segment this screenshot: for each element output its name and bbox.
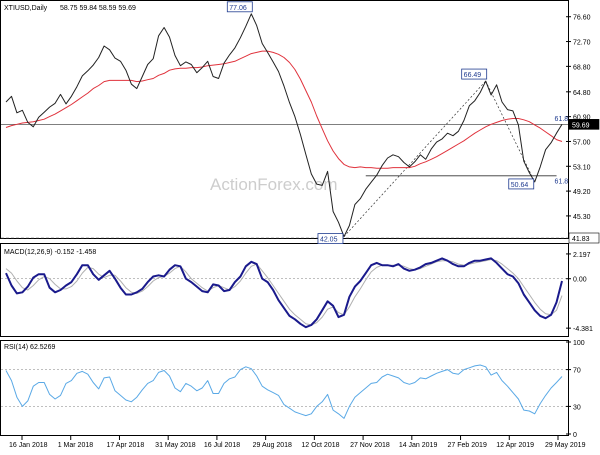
price-y-tick-label: 76.60 bbox=[573, 15, 591, 22]
annotation-label: 61.8 bbox=[555, 178, 569, 185]
macd-panel-frame bbox=[0, 243, 569, 337]
x-tick-label: 17 Apr 2018 bbox=[106, 442, 144, 449]
chart-figure: ActionForex.com 76.60 72.70 68.80 64.80 60.9… bbox=[0, 0, 600, 450]
annotation-label: 66.49 bbox=[464, 72, 482, 79]
x-tick-label: 12 Apr 2019 bbox=[496, 442, 534, 449]
chart-ohlc: 58.75 59.84 58.59 59.69 bbox=[60, 5, 136, 12]
x-tick-label: 27 Feb 2019 bbox=[448, 442, 487, 449]
macd-title: MACD(12,26,9) -0.152 -1.458 bbox=[4, 249, 96, 256]
x-tick-label: 16 Jan 2018 bbox=[9, 442, 48, 449]
rsi-title: RSI(14) 62.5269 bbox=[4, 344, 55, 351]
x-tick-label: 12 Oct 2018 bbox=[301, 442, 339, 449]
price-y-tick-label: 72.70 bbox=[573, 40, 591, 47]
price-y-tick-label: 45.30 bbox=[573, 214, 591, 221]
rsi-panel-frame bbox=[0, 340, 569, 436]
rsi-y-tick-label: 30 bbox=[573, 404, 581, 411]
price-y-tick-label: 68.80 bbox=[573, 64, 591, 71]
rsi-y-tick-label: 100 bbox=[573, 340, 585, 347]
x-tick-label: 29 May 2019 bbox=[545, 442, 586, 449]
price-y-tick-label: 49.20 bbox=[573, 189, 591, 196]
x-tick-label: 29 Aug 2018 bbox=[253, 442, 292, 449]
x-tick-label: 14 Jan 2019 bbox=[399, 442, 438, 449]
annotation-label: 77.06 bbox=[229, 5, 247, 12]
x-tick-label: 16 Jul 2018 bbox=[204, 442, 240, 449]
rsi-y-tick-label: 70 bbox=[573, 368, 581, 375]
x-tick-label: 31 May 2018 bbox=[155, 442, 196, 449]
price-y-tick-label: 64.80 bbox=[573, 90, 591, 97]
price-y-tick-label: 57.00 bbox=[573, 139, 591, 146]
annotation-label: 42.05 bbox=[320, 237, 338, 244]
chart-svg: ActionForex.com 76.6072.7068.8064.8060.9… bbox=[0, 0, 600, 449]
chart-symbol: XTIUSD,Daily bbox=[4, 5, 48, 12]
macd-y-tick-label: 2.197 bbox=[573, 252, 591, 259]
x-tick-label: 27 Nov 2018 bbox=[350, 442, 390, 449]
price-y-tick-label: 53.10 bbox=[573, 164, 591, 171]
current-price-label: 59.69 bbox=[572, 122, 590, 129]
x-tick-label: 1 Mar 2018 bbox=[58, 442, 94, 449]
macd-y-tick-label: 0.00 bbox=[573, 277, 587, 284]
macd-y-tick-label: -4.381 bbox=[573, 326, 593, 333]
level-price-label: 41.83 bbox=[572, 236, 590, 243]
annotation-label: 50.64 bbox=[511, 182, 529, 189]
annotation-label: 61.8 bbox=[555, 116, 569, 123]
rsi-y-tick-label: 0 bbox=[573, 432, 577, 439]
price-panel-frame bbox=[0, 0, 569, 239]
